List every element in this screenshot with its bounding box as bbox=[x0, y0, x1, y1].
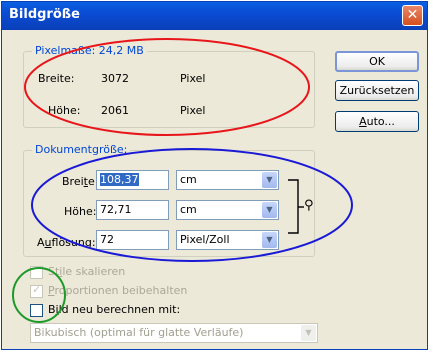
constrain-proportions-checkbox[interactable]: ✓ bbox=[30, 283, 43, 298]
doc-height-label: Höhe: bbox=[64, 205, 97, 218]
resolution-input[interactable]: 72 bbox=[96, 230, 169, 250]
chevron-down-icon[interactable]: ▼ bbox=[262, 172, 277, 188]
doc-width-label: Breite: bbox=[62, 175, 98, 188]
doc-height-input[interactable]: 72,71 bbox=[96, 200, 169, 220]
close-button[interactable]: ✕ bbox=[402, 5, 423, 26]
doc-width-label-a: Brei bbox=[62, 175, 84, 188]
resolution-label-a: A bbox=[37, 236, 45, 249]
constrain-proportions-label: Proportionen beibehalten bbox=[48, 284, 187, 297]
doc-width-input[interactable]: 108,37 bbox=[96, 170, 169, 190]
doc-height-unit: cm bbox=[180, 203, 197, 216]
doc-width-unit-select[interactable]: cm ▼ bbox=[176, 170, 279, 190]
resolution-label-b: flösung: bbox=[51, 236, 96, 249]
doc-width-unit: cm bbox=[180, 173, 197, 186]
scale-styles-checkbox[interactable] bbox=[30, 266, 43, 279]
scale-styles-label-b: le skalieren bbox=[62, 265, 126, 278]
pixel-height-label: Höhe: bbox=[48, 104, 81, 117]
resample-method-value: Bikubisch (optimal für glatte Verläufe) bbox=[34, 326, 244, 339]
pixel-width-value: 3072 bbox=[101, 72, 129, 85]
dialog-title: Bildgröße bbox=[9, 7, 80, 22]
chevron-down-icon[interactable]: ▼ bbox=[301, 325, 316, 341]
checkmark-icon: ✓ bbox=[32, 283, 42, 296]
pixel-height-unit: Pixel bbox=[180, 104, 206, 117]
resolution-unit-select[interactable]: Pixel/Zoll ▼ bbox=[176, 230, 279, 250]
resolution-label: Auflösung: bbox=[37, 236, 96, 249]
doc-height-unit-select[interactable]: cm ▼ bbox=[176, 200, 279, 220]
resample-method-select[interactable]: Bikubisch (optimal für glatte Verläufe) … bbox=[30, 323, 318, 343]
auto-mnemonic: A bbox=[359, 115, 367, 128]
scale-styles-label-a: St bbox=[48, 265, 60, 278]
auto-label-rest: uto... bbox=[366, 115, 395, 128]
ok-button[interactable]: OK bbox=[335, 51, 419, 72]
document-size-legend: Dokumentgröße: bbox=[32, 143, 131, 156]
scale-styles-label: Stile skalieren bbox=[48, 265, 125, 278]
auto-button[interactable]: Auto... bbox=[335, 111, 419, 132]
doc-width-value: 108,37 bbox=[100, 173, 139, 186]
chain-link-icon: ⚲ bbox=[304, 198, 314, 213]
pixel-width-label: Breite: bbox=[38, 72, 75, 85]
title-bar[interactable]: Bildgröße ✕ bbox=[2, 2, 427, 30]
chevron-down-icon[interactable]: ▼ bbox=[262, 202, 277, 218]
resample-label-b: ld neu berechnen mit: bbox=[58, 303, 181, 316]
pixel-height-value: 2061 bbox=[101, 104, 129, 117]
pixel-dimensions-legend: Pixelmaße: 24,2 MB bbox=[32, 44, 147, 57]
chevron-down-icon[interactable]: ▼ bbox=[262, 232, 277, 248]
reset-button[interactable]: Zurücksetzen bbox=[335, 80, 419, 101]
resample-checkbox[interactable] bbox=[30, 304, 43, 317]
resolution-mnemonic: u bbox=[44, 236, 52, 249]
resample-label: Bild neu berechnen mit: bbox=[48, 303, 180, 316]
constrain-label-b: roportionen beibehalten bbox=[54, 284, 188, 297]
resolution-unit: Pixel/Zoll bbox=[180, 233, 230, 246]
pixel-width-unit: Pixel bbox=[180, 72, 206, 85]
resample-label-a: B bbox=[48, 303, 56, 316]
image-size-dialog: Bildgröße ✕ Pixelmaße: 24,2 MB Breite: 3… bbox=[1, 1, 428, 350]
